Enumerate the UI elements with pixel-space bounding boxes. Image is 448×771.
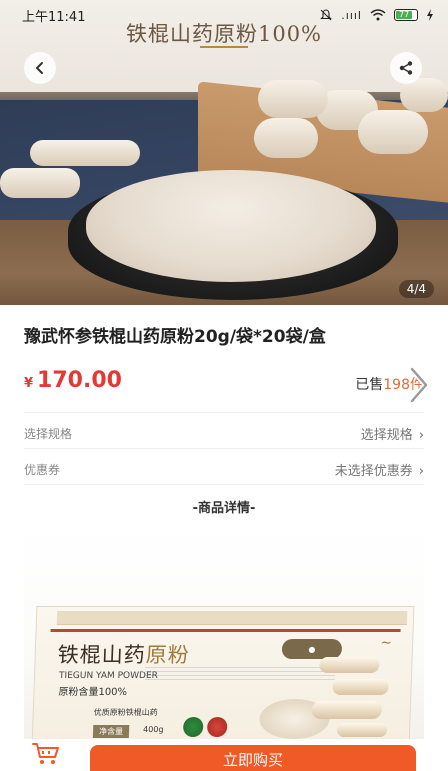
battery-level: 77: [396, 11, 413, 19]
price-row: ¥170.00 已售198件: [24, 368, 424, 398]
yam-slice: [0, 168, 80, 198]
box-top-edge: [56, 611, 408, 625]
status-icons: .ıııl 77: [319, 8, 434, 22]
divider: [24, 412, 424, 413]
share-icon: [399, 61, 413, 75]
charging-icon: [427, 9, 433, 21]
product-details-header: -商品详情-: [192, 501, 256, 516]
box-english-name: TIEGUN YAM POWDER: [58, 671, 159, 681]
box-fine-print: [144, 667, 336, 683]
divider: [24, 484, 424, 485]
product-box: 铁棍山药原粉 ● ~ TIEGUN YAM POWDER 原粉含量100% 优质…: [31, 606, 415, 739]
status-bar: 上午11:41 .ıııl 77: [0, 0, 448, 30]
mute-icon: [320, 9, 333, 21]
wifi-icon: [370, 9, 386, 21]
image-page-indicator: 4/4: [398, 280, 434, 298]
box-product-name: 铁棍山药原粉: [57, 643, 191, 667]
status-time: 上午11:41: [22, 9, 86, 25]
product-detail-image: 铁棍山药原粉 ● ~ TIEGUN YAM POWDER 原粉含量100% 优质…: [24, 524, 424, 739]
currency-symbol: ¥: [24, 376, 34, 391]
spec-value: 选择规格 ›: [360, 427, 424, 443]
yam-root: [254, 118, 318, 158]
sold-label: 已售: [355, 377, 384, 393]
product-detail-screen: 铁棍山药原粉100% 上午11:41 .ıııl 77 4/4 豫武怀参铁棍山药…: [0, 0, 448, 771]
yam-powder: [86, 170, 376, 282]
coupon-label: 优惠券: [24, 462, 61, 477]
next-arrow-icon[interactable]: [408, 366, 430, 411]
battery-icon: 77: [394, 9, 418, 21]
product-title: 豫武怀参铁棍山药原粉20g/袋*20袋/盒: [24, 327, 326, 347]
chevron-right-icon: ›: [418, 463, 424, 479]
hero-title-underline: [200, 46, 248, 48]
price-value: 170.00: [37, 368, 122, 393]
yam-root: [358, 110, 428, 154]
certification-seal-icon: [206, 717, 228, 737]
cart-button[interactable]: [30, 740, 62, 768]
spec-label: 选择规格: [24, 426, 73, 441]
box-net-label: 净含量: [92, 725, 130, 738]
chevron-left-icon: [36, 62, 43, 74]
box-net-weight: 400g: [142, 725, 164, 734]
chevron-right-icon: ›: [418, 427, 424, 443]
price: ¥170.00: [24, 368, 122, 393]
spec-selector-row[interactable]: 选择规格 选择规格 ›: [24, 422, 424, 444]
cart-icon: [32, 743, 59, 764]
product-image-carousel[interactable]: 铁棍山药原粉100%: [0, 0, 448, 305]
buy-now-button[interactable]: 立即购买: [90, 745, 416, 771]
certification-seal-icon: [182, 717, 204, 737]
share-button[interactable]: [390, 52, 422, 84]
yam-slice: [30, 140, 140, 166]
box-content-ratio: 原粉含量100%: [58, 687, 128, 698]
yam-root: [258, 80, 328, 118]
coupon-selector-row[interactable]: 优惠券 未选择优惠券 ›: [24, 458, 424, 480]
divider: [24, 448, 424, 449]
box-yam-image: [307, 647, 400, 737]
signal-icon: .ıııl: [341, 8, 362, 22]
coupon-value: 未选择优惠券 ›: [334, 463, 424, 479]
box-stripe: [50, 629, 401, 632]
box-maker: 优质原粉铁棍山药: [93, 708, 158, 717]
back-button[interactable]: [24, 52, 56, 84]
